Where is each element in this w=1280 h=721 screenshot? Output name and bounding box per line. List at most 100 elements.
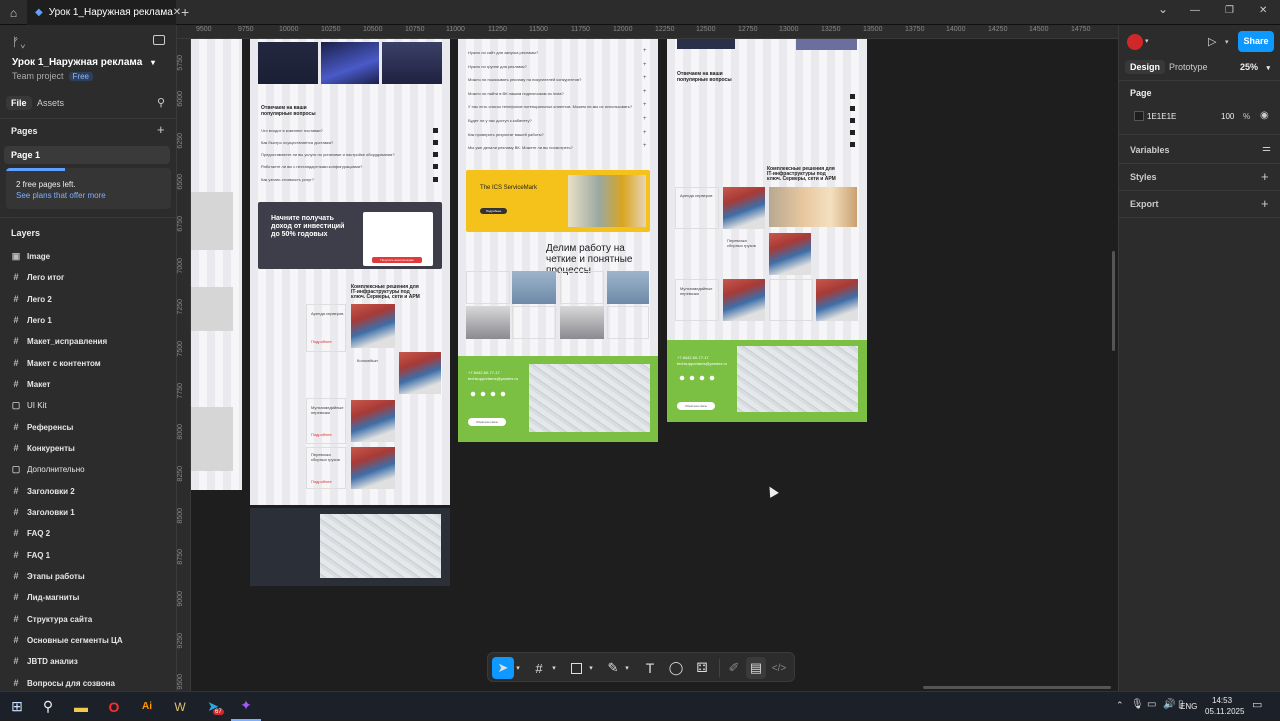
file-explorer-icon[interactable]: ▬ bbox=[66, 692, 96, 721]
close-tab-icon[interactable]: ✕ bbox=[173, 7, 181, 18]
layer-item[interactable]: # FAQ 2 bbox=[0, 523, 176, 543]
layer-item[interactable]: # Вопросы для созвона bbox=[0, 673, 176, 693]
illustrator-icon[interactable]: Ai bbox=[132, 692, 162, 721]
telegram-icon[interactable]: ➤ bbox=[198, 692, 228, 721]
layer-item[interactable]: # Референсы bbox=[0, 417, 176, 437]
background-color-swatch[interactable] bbox=[1134, 111, 1144, 121]
page-item[interactable]: Page 1 bbox=[4, 146, 170, 164]
opera-browser-icon[interactable]: O bbox=[99, 692, 129, 721]
comment-tool[interactable]: ◯ bbox=[665, 653, 687, 683]
frame-layout-1[interactable]: Отвечаем на ваши популярные вопросы Что … bbox=[250, 39, 450, 505]
windows-start-icon[interactable]: ⊞ bbox=[2, 692, 32, 721]
tabs-dropdown-icon[interactable]: ⌄ bbox=[1158, 2, 1168, 16]
design-mode-icon[interactable]: ▤ bbox=[746, 657, 766, 679]
layer-item[interactable]: # Макет_исправления bbox=[0, 331, 176, 351]
frame-partial-left[interactable] bbox=[191, 39, 242, 490]
frame-icon: # bbox=[13, 315, 19, 325]
vertical-scrollbar[interactable] bbox=[1112, 251, 1115, 351]
language-indicator[interactable]: ENG bbox=[1180, 702, 1197, 711]
network-icon[interactable]: ▭ bbox=[1147, 699, 1156, 710]
figma-icon[interactable]: ✦ bbox=[231, 692, 261, 721]
new-tab-button[interactable]: + bbox=[181, 4, 189, 20]
file-tab[interactable]: ◆ Урок 1_Наружная реклама ✕ bbox=[27, 0, 181, 25]
footer-dark[interactable] bbox=[250, 508, 450, 586]
move-tool[interactable]: ➤ bbox=[492, 657, 514, 679]
layer-item[interactable]: # Лего 2 bbox=[0, 289, 176, 309]
faq-item: Будет ли у нас доступ к кабинету? bbox=[468, 118, 532, 123]
background-color-value[interactable]: 1E1E1E bbox=[1147, 112, 1176, 121]
variables-settings-icon[interactable]: ⚌ bbox=[1262, 143, 1271, 154]
layer-item[interactable]: # FAQ 1 bbox=[0, 545, 176, 565]
pen-tool-chevron-icon[interactable]: ▾ bbox=[622, 653, 632, 683]
ruler-tick: 6500 bbox=[177, 174, 184, 190]
file-name[interactable]: Урок 1_Наружная реклама ▾ bbox=[12, 57, 155, 68]
background-opacity-value[interactable]: 100 bbox=[1221, 112, 1234, 121]
tab-prototype[interactable]: Prototype bbox=[1169, 62, 1208, 72]
tab-assets[interactable]: Assets bbox=[37, 98, 64, 108]
draw-mode-icon[interactable]: ✐ bbox=[724, 653, 744, 683]
microphone-icon[interactable]: 🎙 bbox=[1131, 699, 1144, 710]
shape-tool-chevron-icon[interactable]: ▾ bbox=[586, 653, 596, 683]
pen-tool[interactable]: ✎ bbox=[602, 653, 624, 683]
add-page-button[interactable]: + bbox=[157, 122, 165, 137]
play-icon[interactable]: ▷ bbox=[1208, 35, 1216, 48]
share-button[interactable]: Share bbox=[1238, 31, 1274, 52]
layer-item[interactable]: # Этапы работы bbox=[0, 566, 176, 586]
move-tool-chevron-icon[interactable]: ▾ bbox=[513, 653, 523, 683]
home-icon[interactable]: ⌂ bbox=[0, 0, 27, 25]
frame-layout-3[interactable]: Отвечаем на ваши популярные вопросы Комп… bbox=[667, 39, 867, 422]
chevron-up-icon[interactable]: ⌃ bbox=[1116, 700, 1124, 711]
chevron-down-icon[interactable]: ▾ bbox=[1225, 38, 1229, 46]
layer-item[interactable]: # Лид-магниты bbox=[0, 587, 176, 607]
tab-design[interactable]: Design bbox=[1125, 60, 1166, 74]
search-icon[interactable]: ⚲ bbox=[33, 692, 63, 721]
file-tab-title: Урок 1_Наружная реклама bbox=[48, 7, 173, 18]
canvas[interactable]: Отвечаем на ваши популярные вопросы Что … bbox=[191, 39, 1118, 691]
add-export-button[interactable]: + bbox=[1261, 196, 1269, 211]
zoom-level[interactable]: 25% ▾ bbox=[1240, 62, 1270, 72]
layer-item[interactable]: # Макет bbox=[0, 374, 176, 394]
chevron-down-icon[interactable]: ▾ bbox=[1145, 37, 1149, 45]
layer-label: Image bbox=[27, 251, 51, 261]
dev-mode-icon[interactable]: </> bbox=[768, 653, 790, 683]
solution-link: Подробнее bbox=[311, 339, 332, 344]
minimize-button[interactable]: — bbox=[1190, 5, 1200, 16]
layer-item[interactable]: ▢ UI Kit bbox=[0, 395, 176, 415]
rectangle-tool[interactable] bbox=[565, 653, 587, 683]
frame-tool-chevron-icon[interactable]: ▾ bbox=[549, 653, 559, 683]
layer-item[interactable]: # Заголовки 2 bbox=[0, 481, 176, 501]
layer-item[interactable]: ▣ Image bbox=[0, 246, 176, 266]
layer-item[interactable]: # Основные сегменты ЦА bbox=[0, 630, 176, 650]
layer-item[interactable]: # Структура сайта bbox=[0, 609, 176, 629]
layer-item[interactable]: # Лего 1 bbox=[0, 310, 176, 330]
search-icon[interactable]: ⚲ bbox=[157, 96, 165, 109]
layer-item[interactable]: # JBTD анализ bbox=[0, 651, 176, 671]
see-plans-link[interactable]: See plans that offer more bbox=[16, 191, 106, 200]
layer-item[interactable]: # Макет с контентом bbox=[0, 353, 176, 373]
tab-file[interactable]: File bbox=[6, 96, 32, 110]
maximize-button[interactable]: ❐ bbox=[1225, 5, 1234, 16]
text-tool[interactable]: T bbox=[639, 653, 661, 683]
layer-item[interactable]: # Лего итог bbox=[0, 267, 176, 287]
clock-date[interactable]: 05.11.2025 bbox=[1205, 707, 1244, 716]
layer-item[interactable]: ▢ Дополнительно bbox=[0, 459, 176, 479]
main-menu-icon[interactable]: ᚠ⌄ bbox=[12, 35, 26, 49]
eye-icon[interactable]: ◉ bbox=[1260, 110, 1269, 121]
word-icon[interactable]: W bbox=[165, 692, 195, 721]
actions-tool[interactable]: ⚃ bbox=[691, 653, 713, 683]
frame-layout-2[interactable]: Нужно ли сайт для запуска рекламы? Нужно… bbox=[458, 39, 658, 442]
toggle-sidebar-icon[interactable] bbox=[153, 35, 165, 45]
frame-tool[interactable]: # bbox=[528, 653, 550, 683]
section-icon: ▢ bbox=[11, 399, 21, 410]
close-window-button[interactable]: ✕ bbox=[1259, 5, 1267, 16]
volume-icon[interactable]: 🔊 bbox=[1163, 699, 1175, 710]
horizontal-scrollbar[interactable] bbox=[923, 686, 1111, 689]
avatar[interactable] bbox=[1127, 34, 1143, 50]
layer-item[interactable]: # Конкуренты bbox=[0, 438, 176, 458]
clock-time[interactable]: 14:53 bbox=[1212, 696, 1232, 705]
layer-item[interactable]: # Заголовки 1 bbox=[0, 502, 176, 522]
notification-icon[interactable]: ▭ bbox=[1252, 698, 1262, 711]
map-image bbox=[529, 364, 650, 432]
add-style-button[interactable]: + bbox=[1261, 169, 1269, 184]
process-image bbox=[607, 271, 649, 304]
